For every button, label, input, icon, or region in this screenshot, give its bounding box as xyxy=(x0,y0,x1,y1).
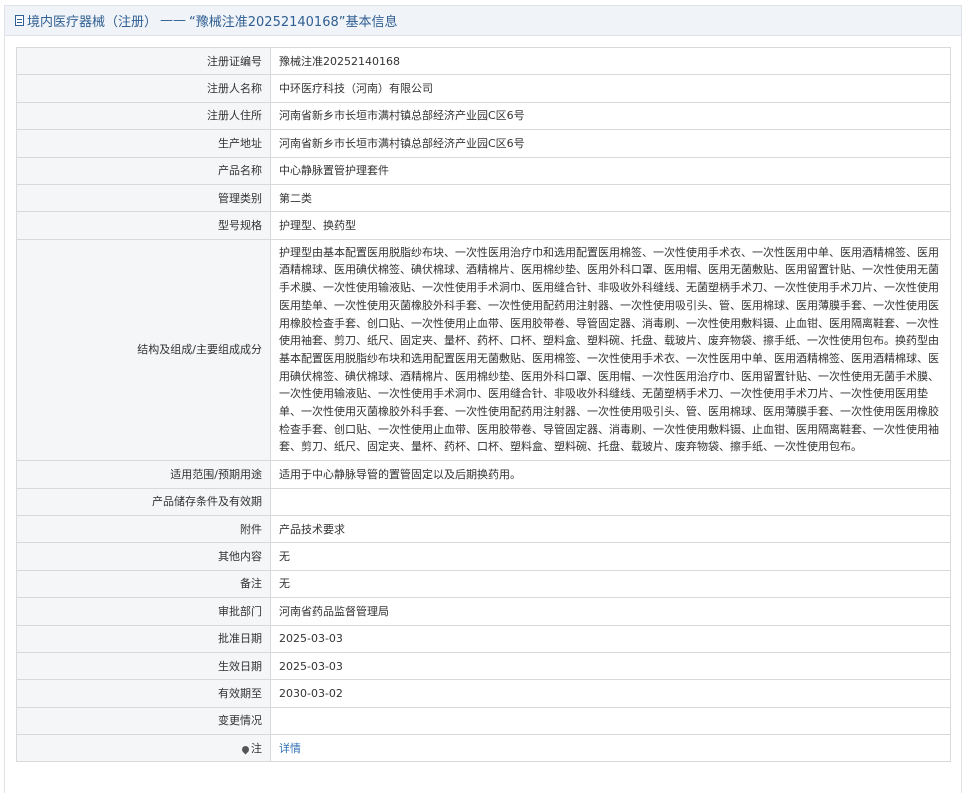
row-value: 中环医疗科技（河南）有限公司 xyxy=(270,74,951,103)
row-label: 有效期至 xyxy=(16,679,271,708)
note-label: 注 xyxy=(251,741,262,755)
note-label-cell: 注 xyxy=(16,734,271,763)
row-label: 注册证编号 xyxy=(16,46,271,76)
row-label: 结构及组成/主要组成成分 xyxy=(16,238,271,462)
row-value xyxy=(270,706,951,736)
row-label: 产品名称 xyxy=(16,156,271,185)
table-row: 产品储存条件及有效期 xyxy=(16,487,951,516)
row-label: 管理类别 xyxy=(16,183,271,213)
pin-icon xyxy=(240,744,251,755)
title-separator: —— xyxy=(160,13,187,28)
row-value: 产品技术要求 xyxy=(270,514,951,544)
row-label: 批准日期 xyxy=(16,624,271,653)
title-subject: “豫械注准20252140168”基本信息 xyxy=(189,15,398,30)
table-row: 附件 产品技术要求 xyxy=(16,514,951,544)
row-label: 备注 xyxy=(16,569,271,599)
row-label: 变更情况 xyxy=(16,706,271,736)
document-icon xyxy=(15,15,24,26)
row-value: 无 xyxy=(270,542,951,571)
table-row: 备注 无 xyxy=(16,569,951,599)
row-value xyxy=(270,487,951,516)
row-value: 2025-03-03 xyxy=(270,651,951,681)
registration-info-table: 注册证编号 豫械注准20252140168 注册人名称 中环医疗科技（河南）有限… xyxy=(16,46,951,763)
row-value: 河南省药品监督管理局 xyxy=(270,597,951,626)
row-value: 河南省新乡市长垣市满村镇总部经济产业园C区6号 xyxy=(270,129,951,158)
row-value: 第二类 xyxy=(270,183,951,213)
table-row: 有效期至 2030-03-02 xyxy=(16,679,951,708)
table-row: 批准日期 2025-03-03 xyxy=(16,624,951,653)
table-row: 注册证编号 豫械注准20252140168 xyxy=(16,46,951,76)
row-value: 护理型由基本配置医用脱脂纱布块、一次性医用治疗巾和选用配置医用棉签、一次性使用手… xyxy=(270,238,951,462)
table-row: 型号规格 护理型、换药型 xyxy=(16,211,951,240)
title-category: 境内医疗器械（注册） xyxy=(27,15,158,30)
row-label: 注册人名称 xyxy=(16,74,271,103)
row-value: 2030-03-02 xyxy=(270,679,951,708)
table-row: 适用范围/预期用途 适用于中心静脉导管的置管固定以及后期换药用。 xyxy=(16,460,951,489)
table-row: 注册人名称 中环医疗科技（河南）有限公司 xyxy=(16,74,951,103)
row-value: 护理型、换药型 xyxy=(270,211,951,240)
note-row: 注 详情 xyxy=(16,734,951,763)
row-value: 适用于中心静脉导管的置管固定以及后期换药用。 xyxy=(270,460,951,489)
details-link[interactable]: 详情 xyxy=(279,742,301,755)
row-value: 无 xyxy=(270,569,951,599)
table-row: 产品名称 中心静脉置管护理套件 xyxy=(16,156,951,185)
row-value: 河南省新乡市长垣市满村镇总部经济产业园C区6号 xyxy=(270,101,951,131)
row-label: 适用范围/预期用途 xyxy=(16,460,271,489)
table-row: 变更情况 xyxy=(16,706,951,736)
page-title-bar: 境内医疗器械（注册） —— “豫械注准20252140168”基本信息 xyxy=(4,5,962,36)
row-value: 豫械注准20252140168 xyxy=(270,46,951,76)
row-label: 生产地址 xyxy=(16,129,271,158)
row-label: 其他内容 xyxy=(16,542,271,571)
table-row: 其他内容 无 xyxy=(16,542,951,571)
info-panel: 注册证编号 豫械注准20252140168 注册人名称 中环医疗科技（河南）有限… xyxy=(4,36,962,793)
table-row: 结构及组成/主要组成成分 护理型由基本配置医用脱脂纱布块、一次性医用治疗巾和选用… xyxy=(16,238,951,462)
table-row: 管理类别 第二类 xyxy=(16,183,951,213)
row-value: 中心静脉置管护理套件 xyxy=(270,156,951,185)
row-label: 产品储存条件及有效期 xyxy=(16,487,271,516)
note-value-cell: 详情 xyxy=(270,734,951,763)
row-label: 型号规格 xyxy=(16,211,271,240)
row-label: 注册人住所 xyxy=(16,101,271,131)
table-row: 审批部门 河南省药品监督管理局 xyxy=(16,597,951,626)
row-value: 2025-03-03 xyxy=(270,624,951,653)
table-row: 生产地址 河南省新乡市长垣市满村镇总部经济产业园C区6号 xyxy=(16,129,951,158)
table-row: 注册人住所 河南省新乡市长垣市满村镇总部经济产业园C区6号 xyxy=(16,101,951,131)
row-label: 生效日期 xyxy=(16,651,271,681)
row-label: 附件 xyxy=(16,514,271,544)
table-row: 生效日期 2025-03-03 xyxy=(16,651,951,681)
row-label: 审批部门 xyxy=(16,597,271,626)
